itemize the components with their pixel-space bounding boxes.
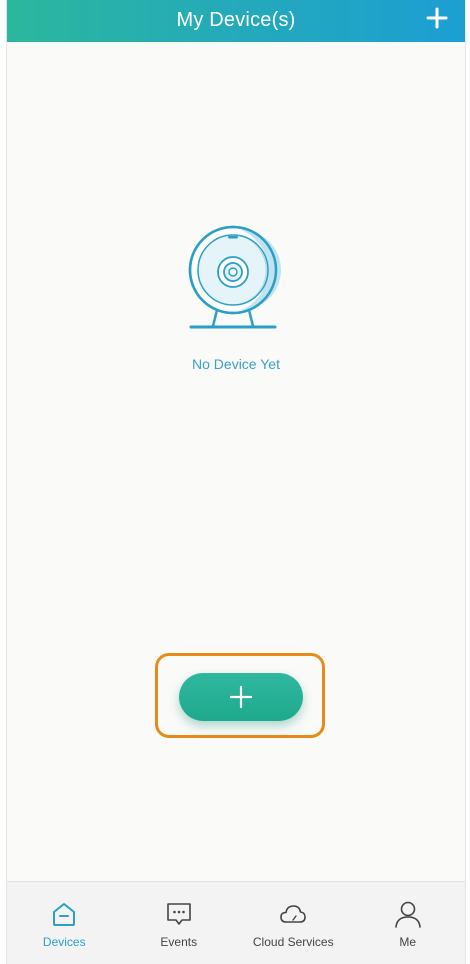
tab-cloud-services-label: Cloud Services [252, 935, 334, 949]
header-add-button[interactable] [423, 4, 451, 32]
header-bar: My Device(s) [7, 0, 465, 42]
camera-icon [188, 225, 281, 329]
page-title: My Device(s) [176, 9, 296, 31]
tab-devices-label: Devices [42, 935, 86, 949]
plus-icon [229, 685, 253, 709]
plus-icon [426, 7, 448, 29]
add-device-button[interactable] [179, 673, 303, 721]
home-icon [53, 903, 76, 926]
tab-me[interactable]: Me [351, 882, 466, 964]
tab-me-label: Me [399, 935, 417, 949]
tab-events-label: Events [160, 935, 198, 949]
cloud-icon [280, 905, 307, 923]
empty-state-message: No Device Yet [192, 356, 280, 372]
tab-devices[interactable]: Devices [7, 882, 122, 964]
person-icon [394, 901, 421, 928]
chat-icon [166, 903, 191, 925]
app-screen: My Device(s) No Device Yet Devices Event… [6, 0, 466, 964]
empty-state: No Device Yet [7, 222, 465, 372]
tab-cloud-services[interactable]: Cloud Services [236, 882, 351, 964]
bottom-tab-bar: Devices Events Cloud Services Me [7, 881, 465, 964]
tab-events[interactable]: Events [122, 882, 237, 964]
